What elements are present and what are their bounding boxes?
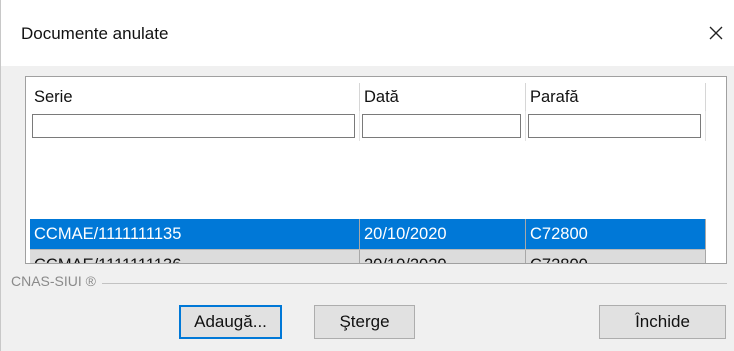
dialog-window: Documente anulate Serie Dată Parafă CCMA… — [0, 0, 734, 351]
documents-grid[interactable]: Serie Dată Parafă CCMAE/1111111135 20/10… — [25, 76, 727, 264]
cell-data[interactable]: 20/10/2020 — [360, 219, 526, 249]
close-button[interactable]: Închide — [599, 305, 726, 339]
filter-cell-serie — [30, 111, 360, 141]
column-header-parafa[interactable]: Parafă — [526, 83, 706, 111]
column-header-data[interactable]: Dată — [360, 83, 526, 111]
close-icon — [709, 26, 723, 40]
column-header-serie[interactable]: Serie — [30, 83, 360, 111]
cell-data[interactable]: 20/10/2020 — [360, 250, 526, 263]
table-row-selected[interactable]: CCMAE/1111111135 20/10/2020 C72800 — [30, 219, 706, 250]
filter-input-parafa[interactable] — [528, 114, 701, 138]
filter-cell-parafa — [526, 111, 706, 141]
add-button[interactable]: Adaugă... — [179, 305, 282, 339]
delete-button[interactable]: Şterge — [314, 305, 415, 339]
cell-serie[interactable]: CCMAE/1111111136 — [30, 250, 360, 263]
group-label: CNAS-SIUI ® — [11, 273, 102, 289]
table-row[interactable]: CCMAE/1111111136 20/10/2020 C72800 — [30, 250, 706, 263]
filter-cell-data — [360, 111, 526, 141]
close-window-button[interactable] — [697, 16, 734, 50]
group-divider — [11, 283, 727, 284]
filter-input-serie[interactable] — [32, 114, 355, 138]
cell-parafa[interactable]: C72800 — [526, 219, 706, 249]
grid-filter-row — [30, 111, 706, 141]
window-title: Documente anulate — [21, 24, 169, 43]
title-bar: Documente anulate — [1, 0, 734, 66]
cell-parafa[interactable]: C72800 — [526, 250, 706, 263]
filter-input-data[interactable] — [362, 114, 521, 138]
grid-header-row: Serie Dată Parafă — [30, 83, 706, 111]
cell-serie[interactable]: CCMAE/1111111135 — [30, 219, 360, 249]
